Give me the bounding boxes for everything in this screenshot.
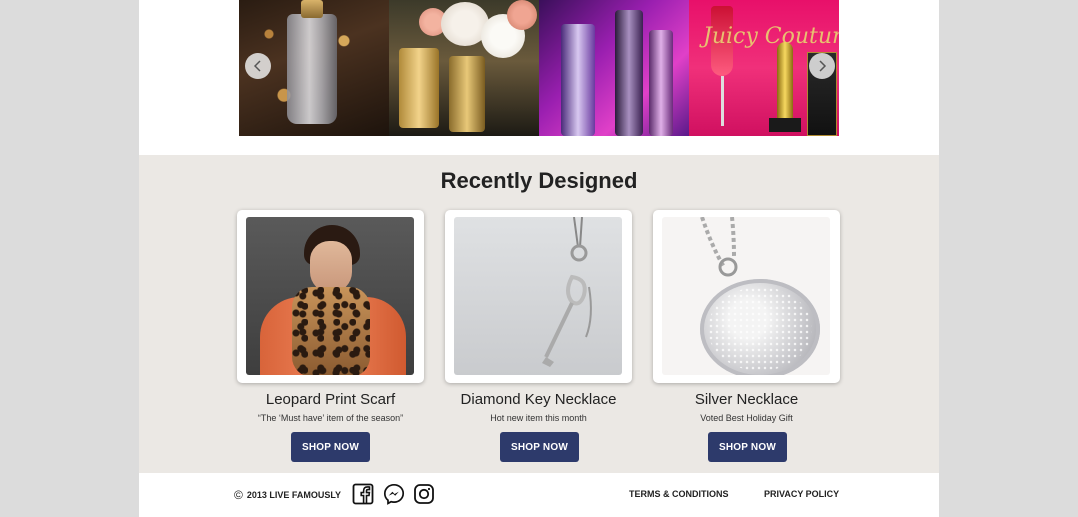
shop-now-button[interactable]: SHOP NOW (708, 432, 787, 462)
page-container: Juicy Couture Recently Designed (139, 0, 939, 517)
perfume-bottle-image (561, 24, 595, 136)
facebook-icon[interactable] (352, 483, 374, 505)
terms-link[interactable]: TERMS & CONDITIONS (629, 489, 729, 499)
product-name[interactable]: Silver Necklace (653, 391, 840, 408)
privacy-link[interactable]: PRIVACY POLICY (764, 489, 839, 499)
shop-now-button[interactable]: SHOP NOW (500, 432, 579, 462)
footer: © 2013 LIVE FAMOUSLY TERMS & CONDITIONS … (139, 473, 939, 517)
pendant-shape (700, 279, 820, 375)
rose-image (507, 0, 537, 30)
face-shape (310, 241, 352, 293)
copyright-text: 2013 LIVE FAMOUSLY (246, 490, 342, 500)
copyright-icon: © (234, 488, 243, 502)
perfume-bottle-image (649, 30, 673, 136)
product-image-key-necklace (454, 217, 622, 375)
key-necklace-drawing (542, 217, 592, 367)
copyright: © 2013 LIVE FAMOUSLY (234, 488, 341, 502)
perfume-bottle-image (449, 56, 485, 132)
product-name[interactable]: Leopard Print Scarf (237, 391, 424, 408)
scarf-shape (292, 287, 370, 375)
carousel-next-button[interactable] (809, 53, 835, 79)
trophy-image (777, 42, 793, 124)
product-description: Voted Best Holiday Gift (700, 413, 793, 423)
product-description: “The ‘Must have’ item of the season” (257, 413, 404, 423)
chevron-right-icon (819, 60, 827, 72)
recently-designed-section: Recently Designed Leopard Print Scarf “T… (139, 155, 939, 473)
perfume-bottle-image (615, 10, 643, 136)
carousel-prev-button[interactable] (245, 53, 271, 79)
messenger-icon[interactable] (383, 483, 405, 505)
chevron-left-icon (253, 60, 261, 72)
product-card-scarf[interactable] (237, 210, 424, 383)
product-image-silver-necklace (662, 217, 830, 375)
juicy-couture-logo: Juicy Couture (703, 24, 839, 49)
slide-perfume-purple[interactable] (539, 0, 689, 136)
product-description: Hot new item this month (490, 413, 587, 423)
hero-carousel: Juicy Couture (239, 0, 839, 136)
section-title: Recently Designed (440, 168, 638, 193)
trophy-base-image (769, 118, 801, 132)
instagram-icon[interactable] (413, 483, 435, 505)
slide-perfume-roses[interactable] (389, 0, 539, 136)
product-card-key-necklace[interactable] (445, 210, 632, 383)
shop-now-button[interactable]: SHOP NOW (291, 432, 370, 462)
glass-stem-image (721, 76, 724, 126)
chain-drawing (700, 217, 738, 277)
bottle-cap-image (301, 0, 323, 18)
product-card-silver-necklace[interactable] (653, 210, 840, 383)
perfume-bottle-image (287, 14, 337, 124)
product-name[interactable]: Diamond Key Necklace (445, 391, 632, 408)
perfume-bottle-image (399, 48, 439, 128)
product-image-scarf (246, 217, 414, 375)
